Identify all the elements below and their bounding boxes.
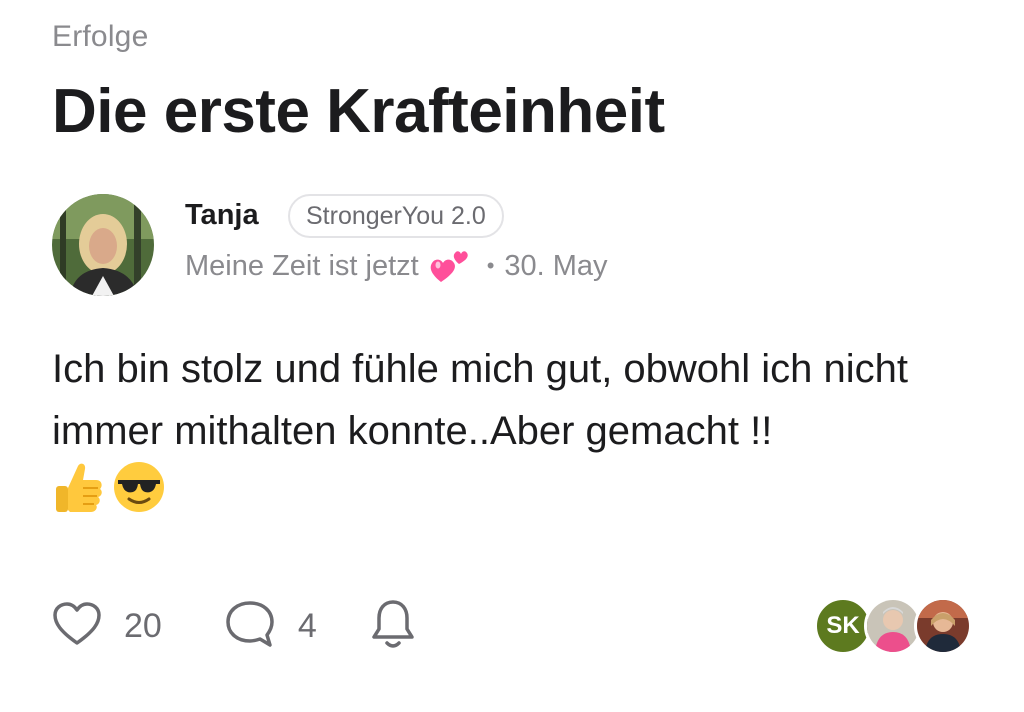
post-category[interactable]: Erfolge: [52, 20, 148, 54]
two-hearts-icon: [429, 246, 471, 286]
participant-avatar[interactable]: [914, 597, 972, 655]
thumbs-up-icon: [52, 460, 104, 518]
post-body: Ich bin stolz und fühle mich gut, obwohl…: [52, 347, 909, 453]
author-meta: Meine Zeit ist jetzt • 30. May: [185, 246, 608, 286]
author-row: Tanja StrongerYou 2.0 Meine Zeit ist jet…: [52, 194, 952, 300]
group-badge[interactable]: StrongerYou 2.0: [288, 194, 504, 238]
body-emoji-row: [52, 460, 166, 518]
author-status: Meine Zeit ist jetzt: [185, 249, 419, 282]
post-actions: 20 4: [52, 596, 417, 656]
speech-bubble-icon: [224, 599, 276, 654]
author-avatar[interactable]: [52, 194, 154, 296]
like-count: 20: [124, 606, 162, 645]
bell-icon: [369, 597, 417, 656]
post-title: Die erste Krafteinheit: [52, 77, 665, 146]
sunglasses-face-icon: [112, 460, 166, 518]
heart-icon: [52, 601, 102, 652]
comment-count: 4: [297, 606, 317, 645]
participants-stack[interactable]: SK: [814, 597, 972, 655]
notification-bell-button[interactable]: [369, 597, 417, 656]
separator-dot: •: [486, 253, 495, 278]
comment-button[interactable]: 4: [224, 599, 317, 654]
post-date: 30. May: [504, 249, 608, 282]
like-button[interactable]: 20: [52, 601, 162, 652]
author-name[interactable]: Tanja: [185, 199, 259, 232]
